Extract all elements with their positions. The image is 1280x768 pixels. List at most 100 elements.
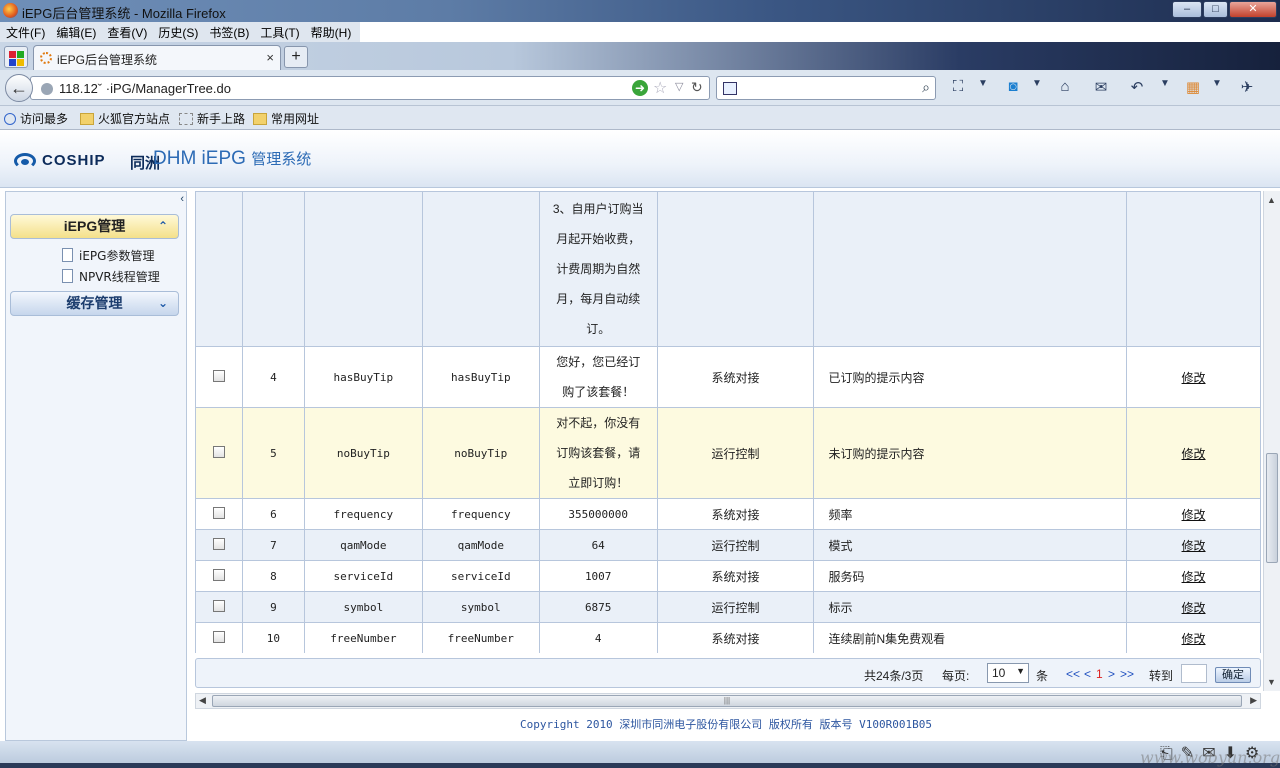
edit-link[interactable]: 修改 — [1182, 371, 1206, 385]
menu-help[interactable]: 帮助(H) — [305, 22, 357, 41]
row-checkbox[interactable] — [212, 568, 225, 581]
edit-link[interactable]: 修改 — [1182, 570, 1206, 584]
table-row: 9 symbol symbol 6875 运行控制 标示 修改 — [195, 591, 1261, 623]
menu-bookmarks[interactable]: 书签(B) — [203, 22, 254, 41]
menu-group-iepg[interactable]: iEPG管理 ⌃ — [10, 214, 179, 239]
tab-bar: iEPG后台管理系统 × + — [0, 42, 1280, 70]
sidebar: ‹ iEPG管理 ⌃ iEPG参数管理 NPVR线程管理 缓存管理 ⌄ — [5, 191, 187, 741]
table-row: 7 qamMode qamMode 64 运行控制 模式 修改 — [195, 529, 1261, 561]
scroll-down-icon[interactable]: ▼ — [1267, 677, 1276, 687]
bookmark-star-icon[interactable]: ☆ — [653, 78, 667, 98]
collapse-sidebar-icon[interactable]: ‹ — [180, 193, 184, 205]
table-row: 6 frequency frequency 355000000 系统对接 频率 … — [195, 498, 1261, 530]
tab-iepg[interactable]: iEPG后台管理系统 × — [33, 45, 281, 70]
home-icon[interactable]: ⌂ — [1054, 78, 1076, 95]
last-page-link[interactable]: >> — [1120, 667, 1134, 681]
url-dropdown-icon[interactable]: ▽ — [675, 80, 683, 93]
first-page-link[interactable]: << — [1066, 667, 1080, 681]
menu-edit[interactable]: 编辑(E) — [50, 22, 101, 41]
apps-icon[interactable]: ▦ — [1182, 78, 1204, 96]
edit-link[interactable]: 修改 — [1182, 539, 1206, 553]
menu-file[interactable]: 文件(F) — [0, 22, 50, 41]
go-icon[interactable]: ➜ — [632, 80, 648, 96]
edit-link[interactable]: 修改 — [1182, 632, 1206, 646]
table-row: 3、自用户订购当 月起开始收费， 计费周期为自然 月，每月自动续 订。 — [195, 191, 1261, 347]
folder-icon — [253, 113, 267, 125]
value-cell: 您好，您已经订 购了该套餐！ — [538, 346, 658, 408]
params-table: 3、自用户订购当 月起开始收费， 计费周期为自然 月，每月自动续 订。 4 hasBuy… — [195, 191, 1261, 653]
row-checkbox[interactable] — [212, 537, 225, 550]
site-identity-icon[interactable] — [41, 83, 53, 95]
dropdown-icon[interactable]: ▼ — [1026, 78, 1048, 89]
row-checkbox[interactable] — [212, 630, 225, 643]
tools-icon[interactable]: ✈ — [1236, 78, 1258, 96]
bookmark-common-sites[interactable]: 常用网址 — [253, 110, 319, 127]
dropdown-icon[interactable]: ▼ — [1154, 78, 1176, 89]
row-checkbox[interactable] — [212, 369, 225, 382]
close-tab-icon[interactable]: × — [266, 50, 274, 65]
firefox-icon — [3, 3, 18, 18]
bookmark-getting-started[interactable]: 新手上路 — [179, 110, 245, 127]
menu-bar: 文件(F) 编辑(E) 查看(V) 历史(S) 书签(B) 工具(T) 帮助(H) — [0, 22, 360, 42]
window-title: iEPG后台管理系统 - Mozilla Firefox — [22, 6, 226, 21]
back-button[interactable]: ← — [5, 74, 33, 102]
scroll-up-icon[interactable]: ▲ — [1267, 195, 1276, 205]
sidebar-item-npvr-thread[interactable]: NPVR线程管理 — [62, 268, 160, 285]
horizontal-scrollbar[interactable]: ◀ ||| ▶ — [195, 693, 1261, 709]
menu-view[interactable]: 查看(V) — [101, 22, 152, 41]
chevron-down-icon: ⌄ — [157, 296, 168, 310]
edit-link[interactable]: 修改 — [1182, 601, 1206, 615]
url-bar[interactable]: 118.12ˇ ·iPG/ManagerTree.do ➜ ☆ ▽ ↻ — [30, 76, 710, 100]
prev-page-link[interactable]: < — [1084, 667, 1091, 681]
document-icon — [62, 269, 73, 283]
row-checkbox[interactable] — [212, 599, 225, 612]
bookmark-most-visited[interactable]: 访问最多 — [4, 110, 68, 127]
scroll-thumb[interactable] — [1266, 453, 1278, 563]
confirm-button[interactable]: 确定 — [1215, 667, 1251, 683]
app-header: COSHIP 同洲 DHM iEPG 管理系统 — [0, 131, 1280, 188]
addon-icon[interactable]: ◙ — [1002, 78, 1024, 95]
menu-history[interactable]: 历史(S) — [152, 22, 203, 41]
per-page-label: 每页: — [942, 669, 970, 683]
goto-page-input[interactable] — [1181, 664, 1207, 683]
table-row: 10 freeNumber freeNumber 4 系统对接 连续剧前N集免费… — [195, 622, 1261, 653]
next-page-link[interactable]: > — [1108, 667, 1115, 681]
tab-title: iEPG后台管理系统 — [57, 53, 158, 67]
edit-link[interactable]: 修改 — [1182, 508, 1206, 522]
menu-group-cache[interactable]: 缓存管理 ⌄ — [10, 291, 179, 316]
pagination-bar: 共24条/3页 每页: 10 ▼ 条 << < 1 > >> 转到 确定 — [195, 658, 1261, 688]
menu-tools[interactable]: 工具(T) — [254, 22, 304, 41]
sidebar-item-iepg-params[interactable]: iEPG参数管理 — [62, 247, 154, 264]
search-engine-icon[interactable] — [723, 82, 737, 95]
status-bar: ⎗✎✉⬇⚙ — [0, 741, 1280, 768]
maximize-button[interactable]: □ — [1203, 1, 1228, 18]
row-checkbox[interactable] — [212, 506, 225, 519]
new-tab-button[interactable]: + — [284, 46, 308, 68]
vertical-scrollbar[interactable]: ▲ ▼ — [1263, 191, 1280, 691]
screenshot-icon[interactable]: ⛶ — [947, 78, 969, 95]
os-taskbar — [0, 763, 1280, 768]
app-tabs-icon[interactable] — [4, 46, 28, 68]
scroll-right-icon[interactable]: ▶ — [1250, 695, 1257, 706]
params-table-wrapper: 3、自用户订购当 月起开始收费， 计费周期为自然 月，每月自动续 订。 4 hasBuy… — [195, 191, 1261, 653]
search-input[interactable]: ⌕ — [716, 76, 936, 100]
reload-icon[interactable]: ↻ — [691, 79, 703, 96]
bookmarks-bar: 访问最多 火狐官方站点 新手上路 常用网址 — [0, 106, 1280, 130]
hscroll-thumb[interactable]: ||| — [212, 695, 1242, 707]
per-page-select[interactable]: 10 ▼ — [987, 663, 1029, 683]
goto-label: 转到 — [1149, 669, 1174, 683]
dropdown-icon[interactable]: ▼ — [1206, 78, 1228, 89]
mail-icon[interactable]: ✉ — [1090, 78, 1112, 96]
close-window-button[interactable]: ✕ — [1229, 1, 1277, 18]
table-row: 5 noBuyTip noBuyTip 对不起，你没有 订购该套餐，请 立即订购！ … — [195, 407, 1261, 499]
minimize-button[interactable]: – — [1172, 1, 1202, 18]
dropdown-icon[interactable]: ▼ — [972, 78, 994, 89]
undo-icon[interactable]: ↶ — [1126, 78, 1148, 96]
search-icon[interactable]: ⌕ — [922, 79, 930, 96]
row-checkbox[interactable] — [212, 445, 225, 458]
record-summary: 共24条/3页 — [864, 669, 924, 683]
edit-link[interactable]: 修改 — [1182, 447, 1206, 461]
bookmark-firefox-site[interactable]: 火狐官方站点 — [80, 110, 170, 127]
scroll-left-icon[interactable]: ◀ — [199, 695, 206, 706]
loading-icon — [40, 52, 52, 64]
